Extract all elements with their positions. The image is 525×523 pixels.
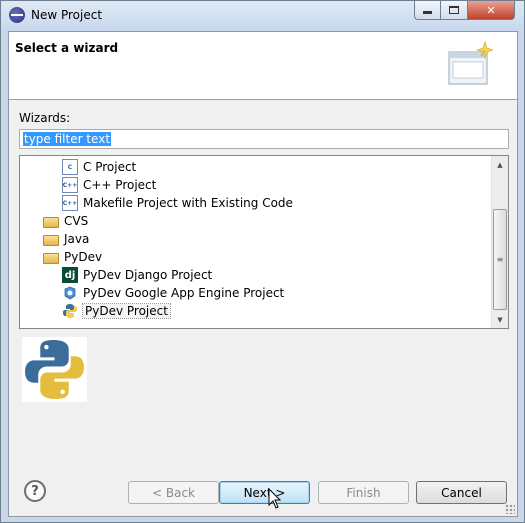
wizard-banner: Select a wizard — [9, 32, 517, 100]
folder-icon — [43, 252, 59, 264]
tree-item-c-project[interactable]: C C Project — [62, 158, 136, 176]
wizards-label: Wizards: — [19, 111, 71, 125]
maximize-button[interactable] — [441, 1, 468, 20]
minimize-button[interactable] — [414, 1, 441, 20]
wizard-tree[interactable]: C C Project C++ C++ Project C++ Makefile… — [19, 155, 509, 329]
new-project-window: New Project ✕ Select a wizard Wizards: t… — [0, 0, 525, 523]
cancel-button[interactable]: Cancel — [416, 481, 507, 504]
maximize-icon — [449, 6, 459, 14]
tree-item-label: Java — [64, 232, 90, 246]
close-button[interactable]: ✕ — [468, 1, 515, 20]
banner-title: Select a wizard — [15, 41, 119, 55]
close-icon: ✕ — [486, 3, 496, 17]
tree-item-pydev-django[interactable]: dj PyDev Django Project — [62, 266, 212, 284]
cpp-project-icon: C++ — [62, 177, 78, 193]
window-title: New Project — [31, 8, 103, 22]
filter-input[interactable]: type filter text — [19, 129, 509, 149]
tree-item-label: PyDev Django Project — [83, 268, 213, 282]
scroll-down-arrow-icon[interactable]: ▼ — [492, 311, 508, 328]
tree-item-cvs[interactable]: CVS — [43, 212, 88, 230]
tree-item-cpp-project[interactable]: C++ C++ Project — [62, 176, 156, 194]
filter-text: type filter text — [23, 132, 112, 146]
mouse-cursor-icon — [268, 488, 282, 509]
tree-item-label: C++ Project — [83, 178, 157, 192]
folder-icon — [43, 234, 59, 246]
tree-item-label: PyDev Google App Engine Project — [83, 286, 285, 300]
tree-item-label: Makefile Project with Existing Code — [83, 196, 293, 210]
tree-item-pydev-gae[interactable]: PyDev Google App Engine Project — [62, 284, 284, 302]
minimize-icon — [423, 11, 432, 14]
tree-item-label: PyDev — [64, 250, 103, 264]
tree-item-makefile-project[interactable]: C++ Makefile Project with Existing Code — [62, 194, 293, 212]
finish-button[interactable]: Finish — [318, 481, 409, 504]
python-icon — [63, 304, 77, 318]
next-button[interactable]: Next > — [219, 481, 310, 504]
back-button[interactable]: < Back — [128, 481, 219, 504]
django-icon: dj — [62, 267, 78, 283]
folder-icon — [43, 216, 59, 228]
scroll-thumb[interactable]: ≡ — [493, 209, 507, 310]
tree-item-label: PyDev Project — [82, 303, 171, 319]
google-app-engine-icon — [64, 286, 76, 300]
tree-item-pydev[interactable]: PyDev — [43, 248, 102, 266]
help-icon: ? — [31, 483, 39, 499]
resize-grip-icon[interactable] — [505, 504, 515, 514]
scroll-up-arrow-icon[interactable]: ▲ — [492, 156, 508, 173]
c-project-icon: C — [62, 159, 78, 175]
tree-item-label: CVS — [64, 214, 89, 228]
makefile-project-icon: C++ — [62, 195, 78, 211]
eclipse-icon — [9, 7, 25, 23]
tree-scrollbar[interactable]: ▲ ≡ ▼ — [491, 156, 508, 328]
tree-item-label: C Project — [83, 160, 137, 174]
tree-item-java[interactable]: Java — [43, 230, 89, 248]
python-logo — [22, 337, 87, 402]
tree-item-pydev-project[interactable]: PyDev Project — [62, 302, 171, 320]
help-button[interactable]: ? — [24, 480, 46, 502]
wizard-banner-icon — [448, 41, 493, 85]
dialog-body: Select a wizard Wizards: type filter tex… — [8, 31, 518, 517]
